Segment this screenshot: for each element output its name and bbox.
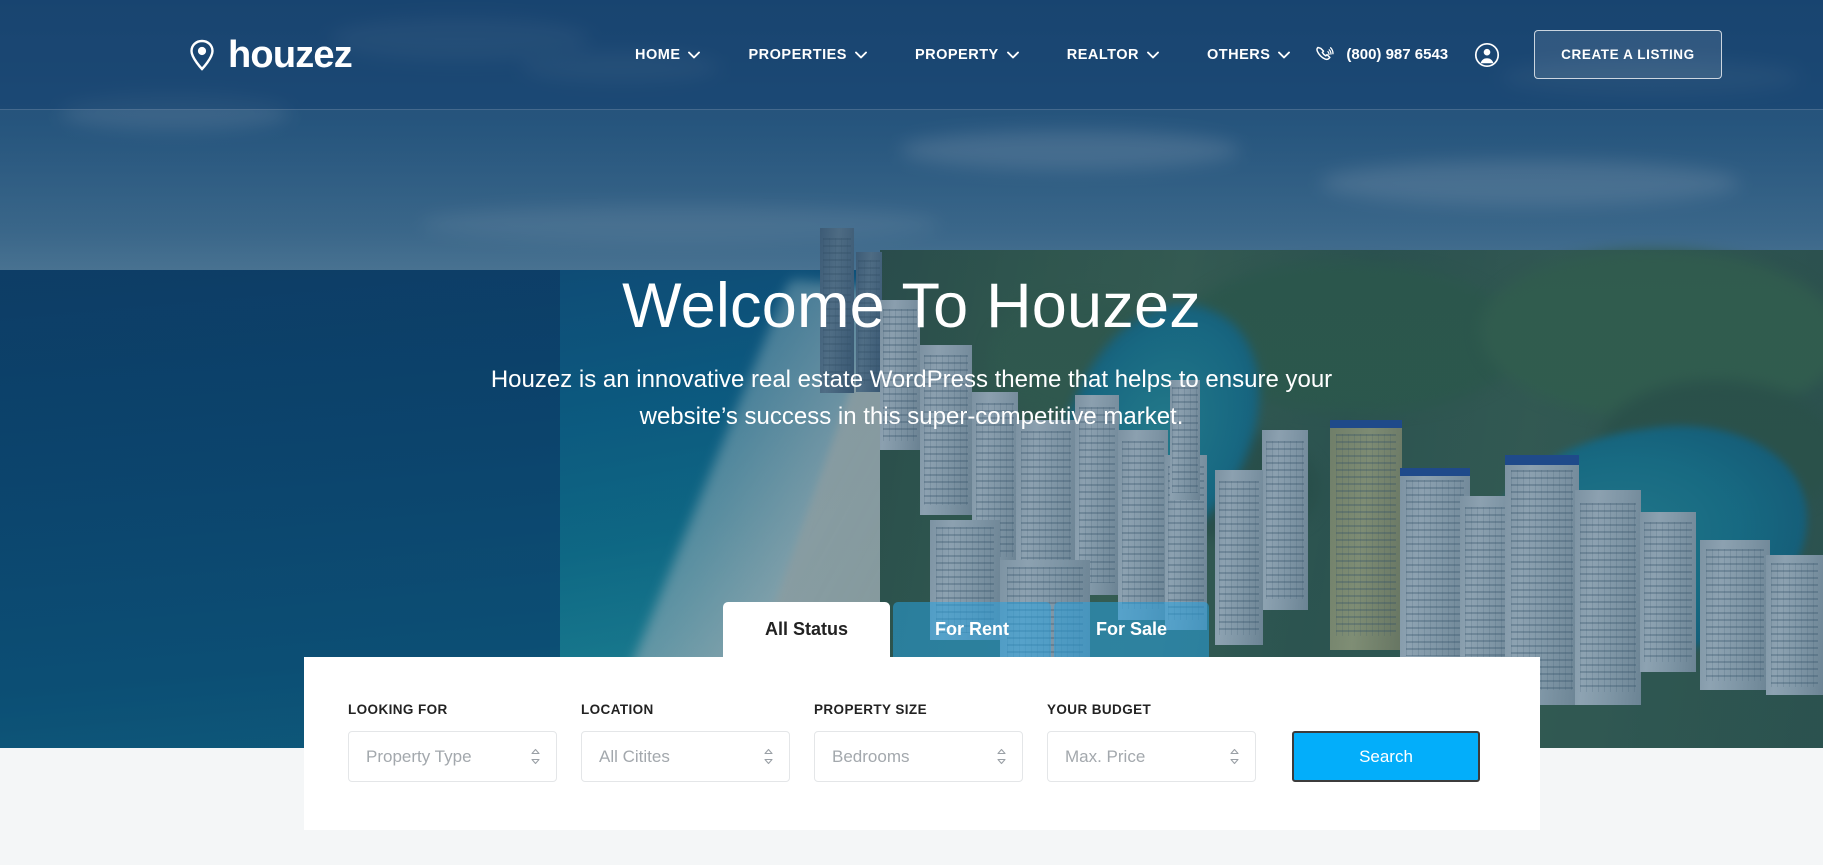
nav-label: REALTOR [1066,46,1139,63]
chevron-down-icon [1278,51,1291,59]
chevron-down-icon [688,51,701,59]
hero-subtitle: Houzez is an innovative real estate Word… [490,366,1333,430]
bedrooms-select[interactable]: Bedrooms [814,731,1023,782]
create-listing-button[interactable]: CREATE A LISTING [1534,30,1722,79]
header-actions: (800) 987 6543 CREATE A LISTING [1314,30,1722,79]
property-search: All Status For Rent For Sale LOOKING FOR… [304,602,1540,830]
nav-item-realtor[interactable]: REALTOR [1043,47,1183,63]
field-label: YOUR BUDGET [1047,702,1152,717]
select-placeholder: Max. Price [1065,746,1146,766]
search-panel: LOOKING FOR Property Type LOCATION All C… [304,657,1540,830]
field-property-size: PROPERTY SIZE Bedrooms [814,702,1047,782]
brand-logo[interactable]: houzez [186,33,353,76]
phone-ring-icon [1314,44,1336,66]
property-type-select[interactable]: Property Type [348,731,557,782]
phone-link[interactable]: (800) 987 6543 [1314,44,1448,66]
status-tabs: All Status For Rent For Sale [723,602,1540,657]
chevron-down-icon [855,51,867,59]
map-pin-icon [186,39,218,71]
nav-label: HOME [634,46,681,63]
up-down-chevron-icon [996,748,1007,765]
main-navigation: HOME PROPERTIES PROPERTY REALTOR OTHERS [611,47,1314,63]
brand-name: houzez [228,33,353,76]
up-down-chevron-icon [530,748,541,765]
user-circle-icon[interactable] [1474,42,1534,68]
location-select[interactable]: All Citites [581,731,790,782]
field-label: LOOKING FOR [348,702,448,717]
nav-label: PROPERTY [914,46,999,63]
field-label: LOCATION [581,702,654,717]
nav-label: OTHERS [1206,46,1271,63]
field-looking-for: LOOKING FOR Property Type [348,702,581,782]
tab-for-sale[interactable]: For Sale [1054,602,1210,657]
field-label: PROPERTY SIZE [814,702,927,717]
nav-item-home[interactable]: HOME [611,47,725,63]
select-placeholder: Property Type [366,746,472,766]
phone-number: (800) 987 6543 [1346,46,1449,63]
max-price-select[interactable]: Max. Price [1047,731,1256,782]
nav-item-others[interactable]: OTHERS [1183,47,1314,63]
tab-all-status[interactable]: All Status [723,602,891,657]
search-button[interactable]: Search [1292,731,1480,782]
chevron-down-icon [1147,51,1159,59]
tab-for-rent[interactable]: For Rent [893,602,1052,657]
select-placeholder: Bedrooms [832,746,910,766]
nav-label: PROPERTIES [748,46,847,63]
field-your-budget: YOUR BUDGET Max. Price [1047,702,1280,782]
nav-item-properties[interactable]: PROPERTIES [724,47,890,63]
hero-copy: Welcome To Houzez Houzez is an innovativ… [0,272,1823,435]
page-title: Welcome To Houzez [622,271,1201,341]
nav-item-property[interactable]: PROPERTY [891,47,1043,63]
site-header: houzez HOME PROPERTIES PROPERTY REALTOR [0,0,1823,110]
select-placeholder: All Citites [599,746,670,766]
up-down-chevron-icon [1229,748,1240,765]
chevron-down-icon [1006,51,1019,59]
field-location: LOCATION All Citites [581,702,814,782]
up-down-chevron-icon [763,748,774,765]
